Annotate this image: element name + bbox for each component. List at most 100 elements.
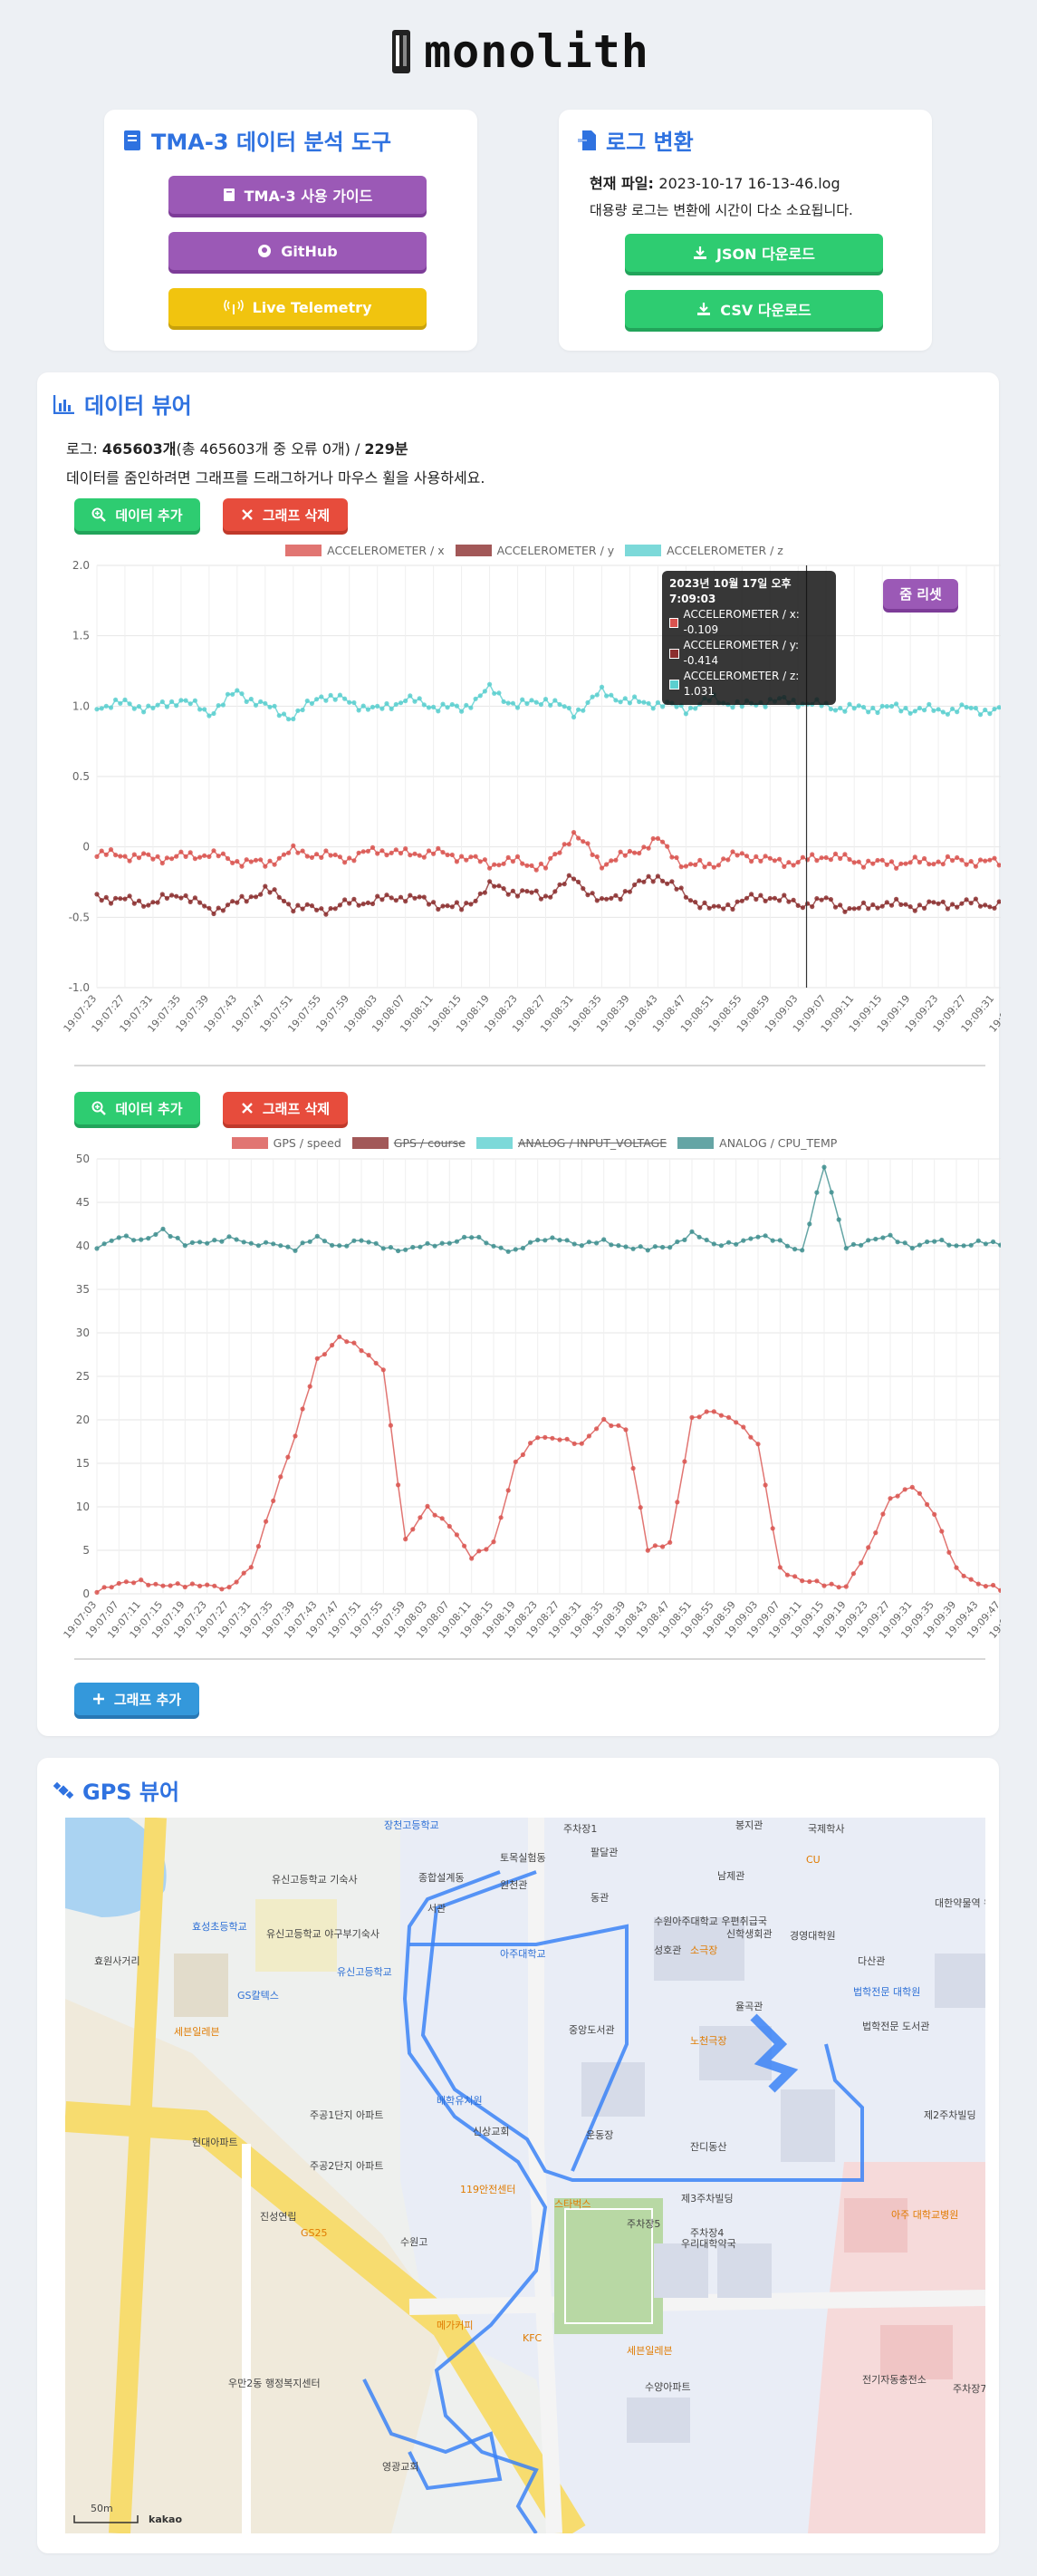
data-point bbox=[216, 703, 221, 709]
data-point bbox=[800, 1248, 805, 1253]
gps-analog-chart[interactable]: 5045403530252015105019:07:0319:07:0719:0… bbox=[41, 1145, 1001, 1653]
data-point bbox=[576, 835, 581, 841]
data-point bbox=[513, 1247, 518, 1252]
data-point bbox=[408, 892, 413, 898]
delete-graph-label: 그래프 삭제 bbox=[262, 1100, 331, 1117]
data-point bbox=[693, 862, 698, 867]
data-point bbox=[959, 702, 965, 708]
github-button[interactable]: GitHub bbox=[168, 232, 427, 270]
data-point bbox=[230, 899, 235, 904]
data-point bbox=[821, 1164, 827, 1170]
data-point bbox=[146, 1582, 151, 1587]
data-point bbox=[721, 906, 726, 912]
data-point bbox=[601, 1416, 607, 1422]
map-label: 우리대학약국 bbox=[681, 2238, 736, 2250]
json-download-button[interactable]: JSON 다운로드 bbox=[625, 234, 883, 272]
data-point bbox=[388, 1423, 393, 1428]
data-point bbox=[704, 1409, 709, 1414]
data-point bbox=[477, 859, 483, 864]
data-point bbox=[520, 1245, 526, 1251]
data-point bbox=[178, 849, 184, 854]
data-point bbox=[961, 1573, 966, 1578]
accelerometer-chart[interactable]: 2.01.51.00.50-0.5-1.019:07:2319:07:2719:… bbox=[41, 555, 1001, 1048]
data-point bbox=[931, 862, 936, 867]
data-point bbox=[118, 854, 123, 859]
data-point bbox=[446, 1523, 452, 1529]
data-point bbox=[613, 857, 619, 863]
data-point bbox=[533, 699, 539, 705]
data-point bbox=[888, 703, 895, 709]
data-point bbox=[492, 883, 497, 889]
data-point bbox=[183, 854, 188, 859]
data-point bbox=[192, 698, 197, 703]
data-point bbox=[160, 1226, 166, 1231]
data-point bbox=[552, 889, 558, 894]
add-data-button-2[interactable]: 데이터 추가 bbox=[74, 1092, 200, 1124]
data-point bbox=[141, 709, 147, 715]
data-point bbox=[464, 702, 469, 708]
data-point bbox=[211, 911, 216, 917]
data-point bbox=[683, 711, 689, 717]
data-point bbox=[805, 857, 811, 863]
data-point bbox=[851, 706, 857, 711]
map-label: 메가커피 bbox=[437, 2320, 474, 2331]
guide-button[interactable]: TMA-3 사용 가이드 bbox=[168, 176, 427, 214]
data-point bbox=[226, 1234, 232, 1240]
data-point bbox=[795, 860, 801, 865]
series-line bbox=[96, 1336, 1001, 1594]
data-point bbox=[314, 852, 320, 857]
data-point bbox=[230, 691, 235, 697]
data-point bbox=[347, 855, 352, 861]
data-point bbox=[630, 1246, 636, 1251]
tooltip-swatch bbox=[669, 617, 679, 628]
data-point bbox=[968, 901, 974, 906]
data-point bbox=[968, 1242, 974, 1248]
data-point bbox=[212, 1583, 217, 1588]
zoom-reset-button[interactable]: 줌 리셋 bbox=[883, 579, 958, 609]
data-point bbox=[370, 901, 376, 907]
data-point bbox=[564, 1238, 570, 1243]
data-point bbox=[678, 885, 684, 891]
data-point bbox=[351, 858, 357, 863]
data-point bbox=[543, 697, 549, 702]
data-point bbox=[718, 1413, 725, 1418]
data-point bbox=[650, 706, 656, 711]
data-point bbox=[94, 1246, 100, 1251]
data-point bbox=[873, 1530, 879, 1536]
data-point bbox=[159, 861, 165, 866]
data-point bbox=[609, 895, 614, 901]
data-point bbox=[484, 1547, 489, 1552]
data-point bbox=[449, 852, 455, 858]
add-data-button[interactable]: 데이터 추가 bbox=[74, 498, 200, 531]
data-point bbox=[641, 699, 647, 705]
data-point bbox=[627, 700, 633, 706]
data-point bbox=[927, 862, 932, 867]
data-point bbox=[755, 1442, 761, 1447]
data-point bbox=[623, 1427, 629, 1433]
data-point bbox=[514, 854, 521, 859]
data-point bbox=[307, 1239, 312, 1244]
data-point bbox=[267, 858, 273, 863]
data-point bbox=[557, 1437, 562, 1442]
gps-map[interactable]: 장천고등학교 주차장1 봉지관 국제학사 토목실험동 팔달관 남제관 CU 유신고등학교 기숙사… bbox=[65, 1818, 985, 2533]
csv-download-button[interactable]: CSV 다운로드 bbox=[625, 290, 883, 328]
add-data-label: 데이터 추가 bbox=[115, 1100, 183, 1117]
add-graph-button[interactable]: 그래프 추가 bbox=[74, 1683, 199, 1715]
data-point bbox=[627, 848, 633, 854]
map-label: 주차장7 bbox=[953, 2383, 985, 2395]
data-point bbox=[417, 853, 422, 858]
delete-graph-button-2[interactable]: 그래프 삭제 bbox=[223, 1092, 348, 1124]
data-point bbox=[155, 900, 160, 905]
data-point bbox=[903, 861, 908, 866]
data-point bbox=[894, 896, 899, 902]
data-point bbox=[682, 1237, 687, 1242]
data-point bbox=[342, 860, 348, 865]
data-point bbox=[514, 705, 521, 710]
live-telemetry-button[interactable]: Live Telemetry bbox=[168, 288, 427, 326]
data-point bbox=[945, 711, 950, 717]
data-point bbox=[964, 862, 969, 867]
delete-graph-button[interactable]: 그래프 삭제 bbox=[223, 498, 348, 531]
data-point bbox=[278, 1243, 283, 1249]
data-point bbox=[576, 707, 581, 712]
data-point bbox=[888, 1496, 893, 1501]
